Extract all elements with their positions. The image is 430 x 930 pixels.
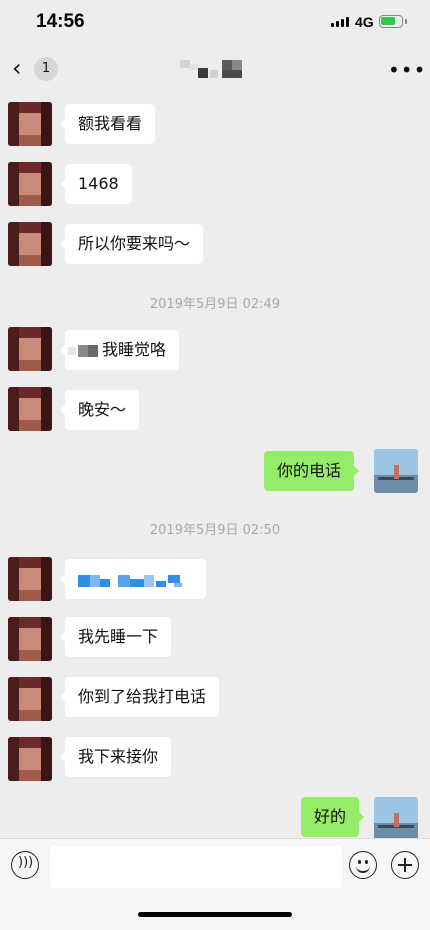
status-time: 14:56 — [36, 11, 85, 32]
message-input[interactable] — [50, 846, 342, 888]
emoji-icon[interactable] — [349, 851, 377, 879]
more-dots-icon[interactable]: ••• — [388, 58, 426, 82]
message-bubble-incoming[interactable] — [60, 559, 206, 599]
message-text: 晚安～ — [78, 400, 127, 419]
voice-icon[interactable]: ))) — [11, 851, 39, 879]
message-bubble-incoming[interactable]: 你到了给我打电话 — [59, 677, 220, 717]
contact-avatar[interactable] — [8, 557, 52, 601]
message-text: 我先睡一下 — [78, 627, 159, 646]
timestamp: 2019年5月9日 02:50 — [149, 523, 281, 538]
message-text: 好的 — [314, 807, 347, 826]
signal-icon — [331, 17, 349, 27]
message-text: 额我看看 — [78, 114, 143, 133]
message-bubble-incoming[interactable]: 我下来接你 — [59, 737, 172, 777]
plus-icon[interactable] — [391, 851, 419, 879]
my-avatar[interactable] — [374, 797, 418, 841]
chevron-left-icon[interactable]: ‹ — [12, 56, 22, 80]
message-text: 你到了给我打电话 — [78, 687, 207, 706]
contact-avatar[interactable] — [8, 102, 52, 146]
chat-title-redacted — [180, 60, 244, 80]
contact-avatar[interactable] — [8, 677, 52, 721]
message-text: 你的电话 — [277, 461, 342, 480]
contact-avatar[interactable] — [8, 162, 52, 206]
message-bubble-incoming[interactable]: 我先睡一下 — [59, 617, 172, 657]
status-bar: 14:56 4G — [0, 0, 430, 46]
network-type: 4G — [355, 14, 374, 30]
contact-avatar[interactable] — [8, 222, 52, 266]
message-text: 我睡觉咯 — [102, 340, 167, 359]
redacted-mosaic — [78, 571, 190, 589]
message-bubble-incoming[interactable]: 晚安～ — [59, 390, 140, 430]
message-bubble-outgoing[interactable]: 好的 — [301, 797, 365, 837]
unread-count-badge[interactable]: 1 — [34, 57, 58, 81]
battery-icon — [379, 15, 407, 28]
message-bubble-outgoing[interactable]: 你的电话 — [264, 451, 360, 491]
message-text: 我下来接你 — [78, 747, 159, 766]
message-text: 所以你要来吗～ — [78, 234, 191, 253]
redacted-mosaic — [68, 343, 102, 359]
contact-avatar[interactable] — [8, 617, 52, 661]
message-bubble-incoming[interactable]: 额我看看 — [59, 104, 156, 144]
contact-avatar[interactable] — [8, 327, 52, 371]
contact-avatar[interactable] — [8, 387, 52, 431]
timestamp: 2019年5月9日 02:49 — [149, 297, 281, 312]
message-bubble-incoming[interactable]: 所以你要来吗～ — [59, 224, 204, 264]
my-avatar[interactable] — [374, 449, 418, 493]
home-indicator[interactable] — [138, 912, 292, 917]
contact-avatar[interactable] — [8, 737, 52, 781]
message-bubble-incoming[interactable]: 1468 — [60, 164, 132, 204]
message-text: 1468 — [78, 174, 119, 193]
message-bubble-incoming[interactable]: 我睡觉咯 — [59, 330, 180, 370]
